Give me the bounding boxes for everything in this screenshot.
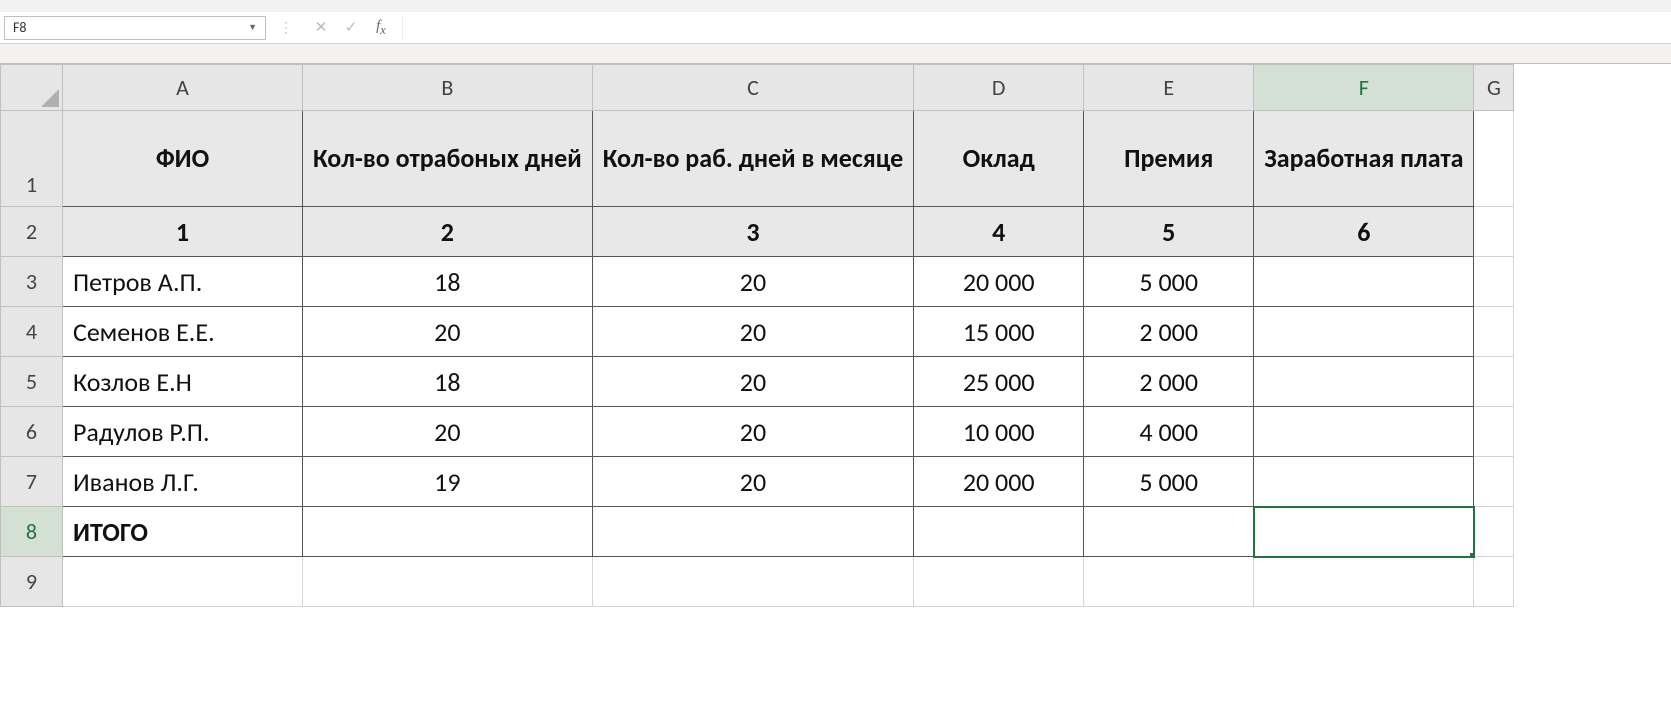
cell-a3[interactable]: Петров А.П. [63,257,303,307]
cell-g4[interactable] [1474,307,1514,357]
row-header-1[interactable]: 1 [1,111,63,207]
cell-e5[interactable]: 2 000 [1084,357,1254,407]
name-box[interactable]: F8 ▼ [4,16,266,40]
cell-c2[interactable]: 3 [592,207,914,257]
cell-g2[interactable] [1474,207,1514,257]
cell-e1[interactable]: Премия [1084,111,1254,207]
cell-e2[interactable]: 5 [1084,207,1254,257]
cell-f7[interactable] [1254,457,1474,507]
row-header-6[interactable]: 6 [1,407,63,457]
row-header-9[interactable]: 9 [1,557,63,607]
name-box-value: F8 [13,19,27,36]
cell-d5[interactable]: 25 000 [914,357,1084,407]
formula-bar-separator: ⋮ [266,19,306,36]
cell-f3[interactable] [1254,257,1474,307]
cell-e3[interactable]: 5 000 [1084,257,1254,307]
cell-a7[interactable]: Иванов Л.Г. [63,457,303,507]
cell-d9[interactable] [914,557,1084,607]
col-header-a[interactable]: A [63,65,303,111]
row-header-3[interactable]: 3 [1,257,63,307]
cell-c5[interactable]: 20 [592,357,914,407]
cell-b7[interactable]: 19 [303,457,593,507]
row-header-4[interactable]: 4 [1,307,63,357]
cell-f5[interactable] [1254,357,1474,407]
cell-g7[interactable] [1474,457,1514,507]
cell-f9[interactable] [1254,557,1474,607]
cell-e6[interactable]: 4 000 [1084,407,1254,457]
cell-e8[interactable] [1084,507,1254,557]
cell-d2[interactable]: 4 [914,207,1084,257]
cell-d1[interactable]: Оклад [914,111,1084,207]
select-all-corner[interactable] [1,65,63,111]
ribbon-group-labels [0,0,1671,12]
col-header-g[interactable]: G [1474,65,1514,111]
row-header-2[interactable]: 2 [1,207,63,257]
col-header-f[interactable]: F [1254,65,1474,111]
row-header-8[interactable]: 8 [1,507,63,557]
cell-a6[interactable]: Радулов Р.П. [63,407,303,457]
col-header-c[interactable]: C [592,65,914,111]
fx-icon[interactable]: fx [366,16,396,40]
cell-a5[interactable]: Козлов Е.Н [63,357,303,407]
col-header-e[interactable]: E [1084,65,1254,111]
cell-b4[interactable]: 20 [303,307,593,357]
chevron-down-icon[interactable]: ▼ [248,22,257,33]
enter-icon: ✓ [336,16,366,40]
cell-g5[interactable] [1474,357,1514,407]
cell-d7[interactable]: 20 000 [914,457,1084,507]
cell-d3[interactable]: 20 000 [914,257,1084,307]
cell-a1[interactable]: ФИО [63,111,303,207]
cell-g9[interactable] [1474,557,1514,607]
col-header-d[interactable]: D [914,65,1084,111]
cell-d8[interactable] [914,507,1084,557]
cell-b3[interactable]: 18 [303,257,593,307]
cell-g6[interactable] [1474,407,1514,457]
cell-b1[interactable]: Кол-во отрабоных дней [303,111,593,207]
cell-b9[interactable] [303,557,593,607]
cell-c8[interactable] [592,507,914,557]
cell-b5[interactable]: 18 [303,357,593,407]
cell-c4[interactable]: 20 [592,307,914,357]
cell-a8[interactable]: ИТОГО [63,507,303,557]
cell-e9[interactable] [1084,557,1254,607]
cell-b8[interactable] [303,507,593,557]
cell-f8[interactable] [1254,507,1474,557]
cell-g8[interactable] [1474,507,1514,557]
formula-input[interactable] [402,16,1671,40]
cell-e4[interactable]: 2 000 [1084,307,1254,357]
ribbon-gap [0,44,1671,64]
cell-a4[interactable]: Семенов Е.Е. [63,307,303,357]
row-header-7[interactable]: 7 [1,457,63,507]
cell-b2[interactable]: 2 [303,207,593,257]
cell-g1[interactable] [1474,111,1514,207]
cell-c9[interactable] [592,557,914,607]
cancel-icon: ✕ [306,16,336,40]
spreadsheet-grid[interactable]: A B C D E F G 1 ФИО Кол-во отрабоных дне… [0,64,1671,607]
cell-c7[interactable]: 20 [592,457,914,507]
row-header-5[interactable]: 5 [1,357,63,407]
cell-d6[interactable]: 10 000 [914,407,1084,457]
cell-d4[interactable]: 15 000 [914,307,1084,357]
cell-e7[interactable]: 5 000 [1084,457,1254,507]
cell-f6[interactable] [1254,407,1474,457]
cell-c1[interactable]: Кол-во раб. дней в месяце [592,111,914,207]
cell-f1[interactable]: Заработная плата [1254,111,1474,207]
cell-c6[interactable]: 20 [592,407,914,457]
cell-b6[interactable]: 20 [303,407,593,457]
formula-bar-row: F8 ▼ ⋮ ✕ ✓ fx [0,12,1671,44]
cell-a2[interactable]: 1 [63,207,303,257]
cell-f2[interactable]: 6 [1254,207,1474,257]
cell-g3[interactable] [1474,257,1514,307]
cell-a9[interactable] [63,557,303,607]
cell-c3[interactable]: 20 [592,257,914,307]
cell-f4[interactable] [1254,307,1474,357]
col-header-b[interactable]: B [303,65,593,111]
